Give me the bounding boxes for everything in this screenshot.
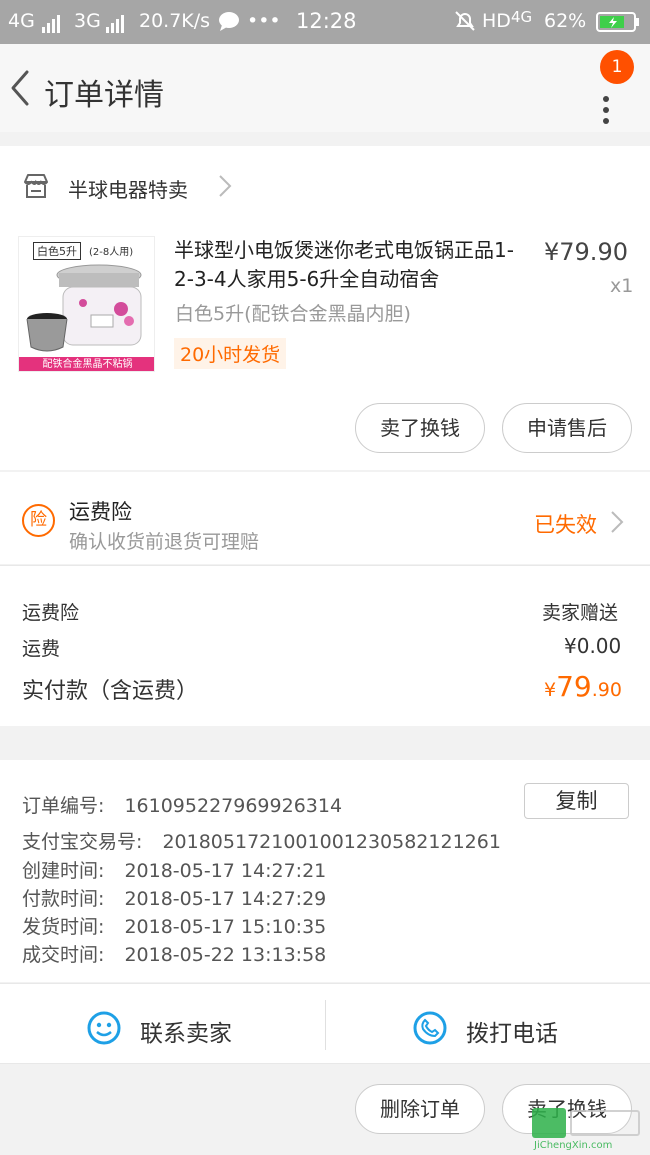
chat-notification-icon bbox=[218, 11, 240, 36]
insurance-title: 运费险 bbox=[69, 500, 132, 524]
more-notifications: ••• bbox=[247, 10, 281, 32]
shipped-time: 2018-05-17 15:10:35 bbox=[124, 916, 327, 938]
shipping-tag: 20小时发货 bbox=[174, 338, 287, 369]
status-bar: 4G 3G 20.7K/s ••• 12:28 HD 4G 62% bbox=[0, 0, 650, 44]
clock: 12:28 bbox=[296, 9, 357, 33]
product-price: ¥79.90 bbox=[544, 238, 628, 266]
insurance-value: 卖家赠送 bbox=[542, 602, 619, 624]
created-label: 创建时间: bbox=[22, 860, 105, 882]
completed-time-row: 成交时间: 2018-05-22 13:13:58 bbox=[22, 940, 326, 967]
network-4g-label: 4G bbox=[8, 10, 35, 32]
watermark-logo: JiChengXin.com bbox=[532, 1108, 644, 1152]
completed-label: 成交时间: bbox=[22, 944, 105, 966]
contact-seller-label: 联系卖家 bbox=[140, 1021, 232, 1047]
paid-amount: ¥79.90 bbox=[544, 670, 622, 703]
network-4g-label-2: 4G bbox=[511, 8, 533, 26]
image-caption: 配铁合金黑晶不粘锅 bbox=[19, 357, 154, 371]
call-phone-button[interactable]: 拨打电话 bbox=[326, 984, 650, 1064]
notification-badge: 1 bbox=[600, 50, 634, 84]
watermark-badge bbox=[532, 1108, 566, 1138]
alipay-label: 支付宝交易号: bbox=[22, 831, 143, 853]
paid-currency: ¥ bbox=[544, 679, 557, 701]
product-sku: 白色5升(配铁合金黑晶内胆) bbox=[175, 303, 411, 325]
battery-percent: 62% bbox=[544, 10, 587, 32]
shop-icon bbox=[22, 172, 50, 204]
phone-icon bbox=[412, 1010, 448, 1050]
rice-cooker-illustration bbox=[26, 264, 142, 352]
created-time-row: 创建时间: 2018-05-17 14:27:21 bbox=[22, 856, 326, 883]
cost-summary: 运费险 卖家赠送 运费 ¥0.00 实付款（含运费） ¥79.90 bbox=[0, 565, 650, 726]
shipping-insurance-row[interactable]: 险 运费险 确认收货前退货可理赔 已失效 bbox=[0, 472, 650, 564]
order-number: 161095227969926314 bbox=[124, 795, 343, 817]
battery-icon bbox=[596, 12, 640, 37]
product-title[interactable]: 半球型小电饭煲迷你老式电饭锅正品1-2-3-4人家用5-6升全自动宿舍 bbox=[174, 236, 524, 294]
order-number-label: 订单编号: bbox=[22, 795, 105, 817]
signal-icon bbox=[42, 12, 64, 34]
watermark-mark bbox=[570, 1110, 640, 1136]
alipay-number: 2018051721001001230582121261 bbox=[162, 831, 501, 853]
call-phone-label: 拨打电话 bbox=[466, 1021, 558, 1047]
signal-icon-2 bbox=[106, 12, 128, 34]
delete-order-button[interactable]: 删除订单 bbox=[355, 1084, 485, 1134]
contact-bar: 联系卖家 拨打电话 bbox=[0, 983, 650, 1064]
network-speed: 20.7K/s bbox=[139, 10, 211, 32]
watermark-text: JiChengXin.com bbox=[534, 1140, 613, 1151]
image-tag-color: 白色5升 bbox=[33, 242, 81, 260]
copy-button[interactable]: 复制 bbox=[524, 783, 629, 819]
shipped-label: 发货时间: bbox=[22, 916, 105, 938]
back-icon[interactable] bbox=[8, 68, 32, 108]
order-number-row: 订单编号: 161095227969926314 bbox=[22, 791, 342, 818]
image-tag-people: (2-8人用) bbox=[89, 247, 134, 258]
alarm-off-icon bbox=[454, 10, 476, 37]
sell-for-cash-button[interactable]: 卖了换钱 bbox=[355, 403, 485, 453]
contact-seller-button[interactable]: 联系卖家 bbox=[0, 984, 325, 1064]
freight-value: ¥0.00 bbox=[564, 634, 622, 658]
shipped-time-row: 发货时间: 2018-05-17 15:10:35 bbox=[22, 912, 326, 939]
insurance-status: 已失效 bbox=[534, 513, 597, 537]
product-image[interactable]: 白色5升 (2-8人用) 配铁合金黑晶不粘锅 bbox=[18, 236, 155, 372]
completed-time: 2018-05-22 13:13:58 bbox=[124, 944, 327, 966]
paid-time: 2018-05-17 14:27:29 bbox=[124, 888, 327, 910]
freight-label: 运费 bbox=[22, 638, 61, 660]
paid-label: 实付款（含运费） bbox=[22, 679, 199, 704]
nav-header: 订单详情 bbox=[0, 44, 650, 132]
chevron-right-icon bbox=[610, 510, 624, 538]
insurance-label: 运费险 bbox=[22, 602, 80, 624]
paid-time-row: 付款时间: 2018-05-17 14:27:29 bbox=[22, 884, 326, 911]
insurance-icon: 险 bbox=[22, 504, 55, 537]
chat-smile-icon bbox=[86, 1010, 122, 1050]
hd-label: HD bbox=[482, 10, 511, 32]
alipay-row: 支付宝交易号: 2018051721001001230582121261 bbox=[22, 827, 501, 854]
product-quantity: x1 bbox=[610, 275, 634, 297]
paid-integer: 79 bbox=[556, 670, 592, 703]
insurance-subtitle: 确认收货前退货可理赔 bbox=[69, 531, 260, 553]
created-time: 2018-05-17 14:27:21 bbox=[124, 860, 327, 882]
paid-time-label: 付款时间: bbox=[22, 888, 105, 910]
page-title: 订单详情 bbox=[44, 78, 164, 113]
paid-decimal: .90 bbox=[591, 679, 622, 701]
chevron-right-icon[interactable] bbox=[218, 174, 232, 202]
shop-name[interactable]: 半球电器特卖 bbox=[68, 174, 188, 203]
network-3g-label: 3G bbox=[74, 10, 101, 32]
apply-after-sale-button[interactable]: 申请售后 bbox=[502, 403, 632, 453]
